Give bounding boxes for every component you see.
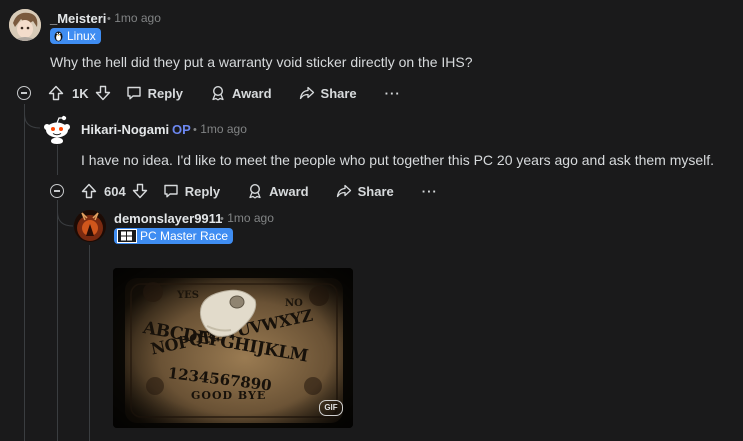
demon-avatar-icon — [74, 210, 106, 242]
share-button[interactable]: Share — [336, 183, 394, 199]
thread-line-4[interactable] — [89, 245, 90, 441]
more-options-button[interactable]: ··· — [385, 86, 401, 101]
reply-label: Reply — [184, 183, 221, 199]
snoo-avatar-icon — [44, 115, 70, 144]
comment-body: I have no idea. I'd like to meet the peo… — [81, 152, 715, 168]
board-yes: YES — [177, 290, 199, 301]
comment-actions: 604 Reply Award Share ··· — [50, 181, 438, 201]
award-label: Award — [232, 85, 272, 101]
award-button[interactable]: Award — [210, 85, 272, 101]
award-button[interactable]: Award — [247, 183, 309, 199]
separator-dot: • — [193, 124, 197, 136]
downvote-icon — [132, 183, 147, 199]
thread-line-2[interactable] — [57, 145, 58, 175]
avatar[interactable] — [74, 210, 106, 242]
flair-text: PC Master Race — [140, 229, 229, 243]
avatar[interactable] — [9, 9, 41, 41]
comment-body: Why the hell did they put a warranty voi… — [50, 54, 473, 70]
comment-meta: • 1mo ago — [220, 211, 274, 225]
user-flair: Linux — [50, 28, 101, 44]
thread-connector — [24, 104, 41, 129]
more-options-icon: ··· — [384, 85, 401, 101]
vote-count: 1K — [72, 85, 89, 101]
comment-meta: • 1mo ago — [193, 122, 247, 136]
more-options-button[interactable]: ··· — [422, 184, 438, 199]
flair-text: Linux — [67, 29, 96, 43]
username[interactable]: Hikari-Nogami — [81, 122, 169, 137]
reply-button[interactable]: Reply — [163, 183, 220, 199]
timestamp[interactable]: 1mo ago — [200, 122, 247, 136]
anime-avatar-icon — [9, 9, 41, 41]
share-button[interactable]: Share — [299, 85, 357, 101]
gif-media[interactable]: YES NO ABCDEFGHIJKLM NOPQRSTUVWXYZ 12345… — [113, 268, 353, 428]
comment-actions: 1K Reply Award Share ··· — [17, 83, 401, 103]
avatar[interactable] — [42, 114, 72, 144]
downvote-button[interactable] — [132, 183, 148, 199]
more-options-icon: ··· — [421, 183, 438, 199]
downvote-button[interactable] — [95, 85, 111, 101]
upvote-icon — [81, 183, 97, 199]
op-badge: OP — [172, 122, 191, 137]
tux-icon — [54, 31, 63, 42]
comment-meta: • 1mo ago — [107, 11, 161, 25]
share-icon — [336, 184, 351, 198]
thread-line-1[interactable] — [24, 106, 25, 441]
upvote-button[interactable] — [48, 85, 64, 101]
separator-dot: • — [107, 13, 111, 25]
board-goodbye: GOOD BYE — [191, 389, 267, 402]
upvote-button[interactable] — [81, 183, 97, 199]
award-icon — [212, 85, 224, 101]
separator-dot: • — [220, 213, 224, 225]
reply-label: Reply — [147, 85, 184, 101]
collapse-button[interactable] — [17, 86, 31, 100]
downvote-icon — [95, 85, 110, 101]
award-label: Award — [269, 183, 309, 199]
gif-badge: GIF — [319, 400, 343, 416]
windows-logo-icon — [117, 229, 137, 243]
username[interactable]: _Meisteri — [50, 11, 106, 26]
award-icon — [249, 183, 261, 199]
timestamp[interactable]: 1mo ago — [114, 11, 161, 25]
share-label: Share — [320, 85, 357, 101]
timestamp[interactable]: 1mo ago — [227, 211, 274, 225]
share-label: Share — [357, 183, 394, 199]
vote-count: 604 — [104, 183, 126, 199]
username[interactable]: demonslayer9911 — [114, 211, 222, 226]
reply-button[interactable]: Reply — [126, 85, 183, 101]
planchette-icon — [199, 289, 257, 337]
share-icon — [299, 86, 314, 100]
collapse-button[interactable] — [50, 184, 64, 198]
thread-line-3[interactable] — [57, 205, 58, 441]
comment-bubble-icon — [164, 184, 178, 198]
upvote-icon — [48, 85, 64, 101]
comment-bubble-icon — [126, 86, 141, 100]
user-flair: PC Master Race — [114, 228, 234, 244]
